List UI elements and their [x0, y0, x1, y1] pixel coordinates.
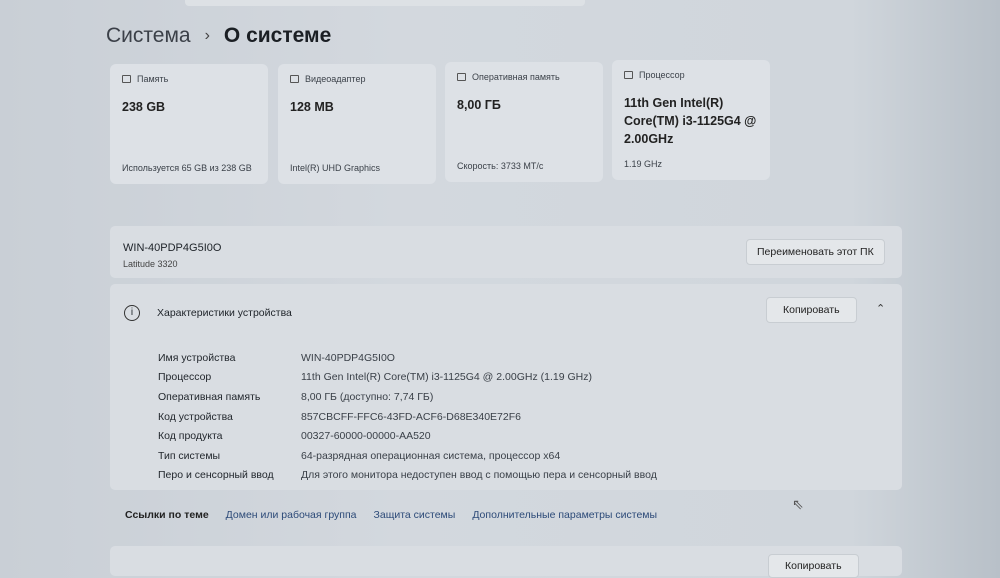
- chevron-right-icon: ›: [204, 27, 210, 44]
- card-title: Оперативная память: [472, 72, 560, 82]
- search-bar[interactable]: [185, 0, 585, 6]
- card-sub: Скорость: 3733 МТ/с: [457, 161, 544, 171]
- spec-value: 00327-60000-00000-AA520: [301, 430, 431, 443]
- card-value: 11th Gen Intel(R) Core(TM) i3-1125G4 @ 2…: [624, 96, 757, 146]
- card-value: 128 MB: [290, 100, 334, 114]
- breadcrumb-parent[interactable]: Система: [106, 24, 191, 48]
- spec-row: Код продукта 00327-60000-00000-AA520: [158, 426, 657, 446]
- spec-row: Тип системы 64-разрядная операционная сис…: [158, 446, 657, 466]
- spec-label: Код продукта: [158, 430, 223, 443]
- card-sub: 1.19 GHz: [624, 159, 663, 169]
- copy-button-2[interactable]: Копировать: [768, 554, 859, 578]
- card-storage: Память 238 GB Используется 65 GB из 238 …: [110, 64, 268, 184]
- spec-value: Для этого монитора недоступен ввод с пом…: [301, 469, 657, 482]
- related-links-title: Ссылки по теме: [125, 509, 209, 521]
- pc-name-panel: WIN-40PDP4G5I0O Latitude 3320 Переименов…: [110, 226, 902, 278]
- pc-name: WIN-40PDP4G5I0O: [123, 242, 222, 254]
- mouse-cursor-icon: ⇖: [792, 496, 804, 512]
- link-advanced-settings[interactable]: Дополнительные параметры системы: [472, 509, 657, 521]
- card-ram: Оперативная память 8,00 ГБ Скорость: 373…: [445, 62, 603, 182]
- spec-row: Код устройства 857CBCFF-FFC6-43FD-ACF6-D6…: [158, 407, 657, 427]
- spec-label: Процессор: [158, 371, 212, 384]
- ram-icon: [457, 73, 466, 81]
- card-cpu: Процессор 11th Gen Intel(R) Core(TM) i3-…: [612, 60, 770, 180]
- card-value: 238 GB: [122, 100, 166, 114]
- breadcrumb: Система › О системе: [106, 24, 331, 48]
- card-gpu: Видеоадаптер 128 MB Intel(R) UHD Graphic…: [278, 64, 436, 184]
- spec-label: Код устройства: [158, 410, 233, 423]
- card-sub: Intel(R) UHD Graphics: [290, 163, 381, 173]
- info-icon: i: [124, 305, 140, 321]
- spec-value: WIN-40PDP4G5I0O: [301, 351, 395, 364]
- pc-model: Latitude 3320: [123, 259, 178, 269]
- specs-list: Имя устройства WIN-40PDP4G5I0O Процессор 1…: [158, 348, 657, 485]
- specs-title: Характеристики устройства: [157, 307, 292, 319]
- spec-row: Перо и сенсорный ввод Для этого монитора …: [158, 466, 657, 486]
- spec-value: 11th Gen Intel(R) Core(TM) i3-1125G4 @ 2…: [301, 371, 592, 384]
- copy-button[interactable]: Копировать: [766, 297, 857, 323]
- spec-row: Процессор 11th Gen Intel(R) Core(TM) i3-1…: [158, 368, 657, 388]
- spec-label: Перо и сенсорный ввод: [158, 469, 274, 482]
- page-title: О системе: [223, 24, 332, 47]
- spec-value: 857CBCFF-FFC6-43FD-ACF6-D68E340E72F6: [301, 410, 521, 423]
- card-sub: Используется 65 GB из 238 GB: [122, 163, 252, 173]
- cpu-icon: [624, 71, 633, 79]
- link-system-protection[interactable]: Защита системы: [374, 509, 456, 521]
- storage-icon: [122, 75, 131, 83]
- link-domain-workgroup[interactable]: Домен или рабочая группа: [226, 509, 357, 521]
- spec-row: Имя устройства WIN-40PDP4G5I0O: [158, 348, 657, 368]
- spec-label: Тип системы: [158, 449, 221, 462]
- spec-value: 8,00 ГБ (доступно: 7,74 ГБ): [301, 390, 434, 403]
- windows-specs-panel: Копировать: [110, 546, 902, 578]
- spec-label: Имя устройства: [158, 351, 236, 364]
- chevron-up-icon[interactable]: ⌃: [876, 302, 885, 315]
- card-value: 8,00 ГБ: [457, 98, 501, 112]
- card-title: Память: [137, 74, 169, 84]
- card-title: Процессор: [639, 70, 685, 80]
- rename-pc-button[interactable]: Переименовать этот ПК: [746, 239, 885, 265]
- spec-value: 64-разрядная операционная система, проце…: [301, 449, 561, 462]
- related-links: Ссылки по теме Домен или рабочая группа …: [110, 492, 902, 538]
- gpu-icon: [290, 75, 299, 83]
- spec-label: Оперативная память: [158, 390, 261, 403]
- card-title: Видеоадаптер: [305, 74, 366, 84]
- spec-row: Оперативная память 8,00 ГБ (доступно: 7,7…: [158, 387, 657, 407]
